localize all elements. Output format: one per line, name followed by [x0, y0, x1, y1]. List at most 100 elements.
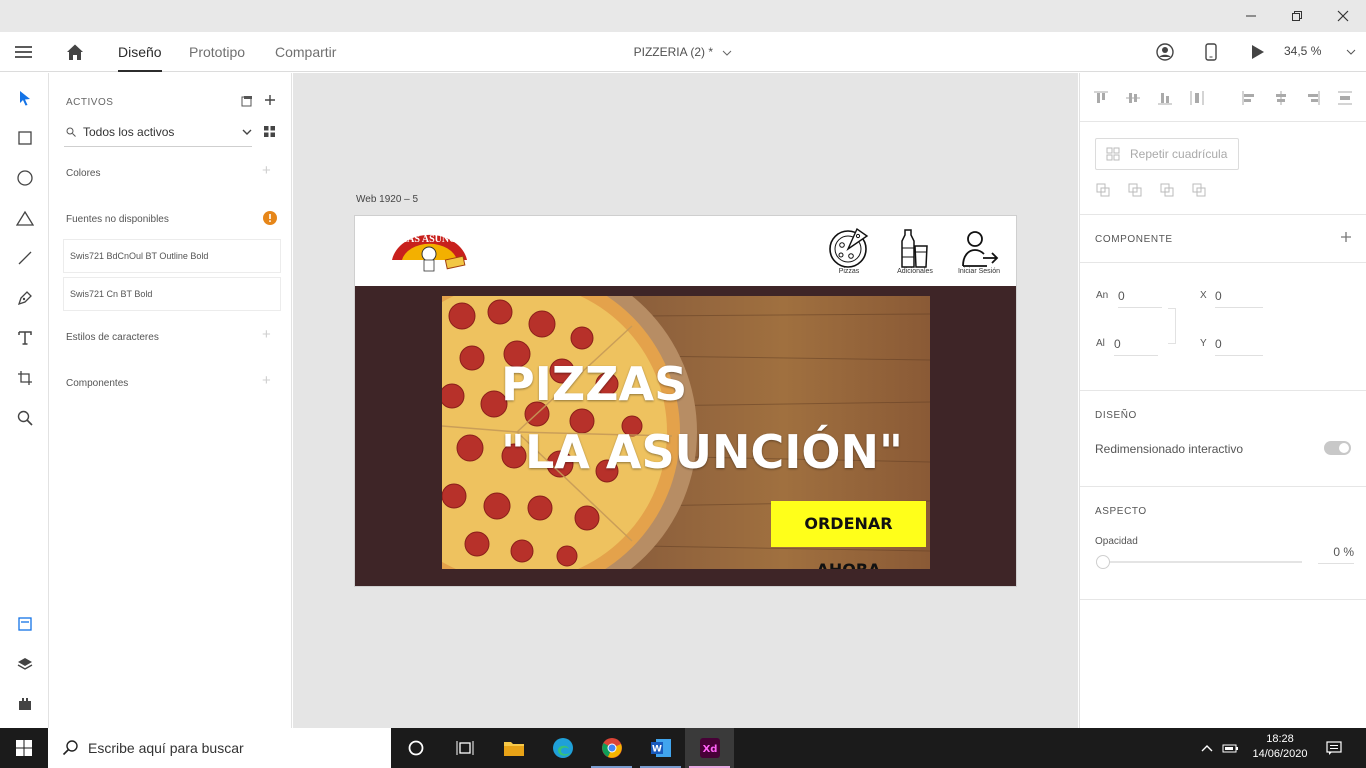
exclude-icon[interactable] — [1192, 183, 1206, 197]
align-center-icon[interactable] — [1272, 89, 1290, 107]
play-button[interactable] — [1251, 44, 1265, 60]
document-title[interactable]: PIZZERIA (2) * — [634, 45, 713, 59]
design-canvas[interactable]: Web 1920 – 5 PIZZAS ASUNCION Pizzas Adic… — [293, 73, 1078, 728]
zoom-level[interactable]: 34,5 % — [1284, 32, 1321, 72]
opacity-slider-handle[interactable] — [1096, 555, 1110, 569]
subtract-icon[interactable] — [1128, 183, 1142, 197]
opacity-input[interactable]: 0 % — [1318, 545, 1354, 564]
align-bottom-icon[interactable] — [1156, 89, 1174, 107]
character-styles-section[interactable]: Estilos de caracteres — [66, 332, 159, 343]
add-component-button[interactable]: + — [262, 372, 271, 389]
nav-pizzas[interactable]: Pizzas — [819, 226, 879, 275]
hero-section[interactable]: PIZZAS "LA ASUNCIÓN" ORDENAR AHORA — [355, 286, 1016, 586]
union-icon[interactable] — [1096, 183, 1110, 197]
zoom-tool[interactable] — [0, 398, 49, 438]
divider — [1080, 121, 1366, 122]
show-hidden-icons-button[interactable] — [1196, 728, 1218, 768]
grid-view-button[interactable] — [264, 126, 275, 137]
chevron-down-icon[interactable] — [722, 50, 732, 56]
repeat-grid-label: Repetir cuadrícula — [1130, 147, 1228, 161]
polygon-tool[interactable] — [0, 198, 49, 238]
hero-title-line1[interactable]: PIZZAS — [501, 358, 687, 410]
close-button[interactable] — [1320, 0, 1366, 32]
file-explorer-button[interactable] — [489, 728, 538, 768]
colors-section[interactable]: Colores — [66, 168, 100, 179]
plugins-panel-button[interactable] — [0, 684, 49, 724]
device-preview-button[interactable] — [1205, 43, 1217, 61]
missing-font-item[interactable]: Swis721 Cn BT Bold — [64, 278, 280, 310]
align-middle-icon[interactable] — [1124, 89, 1142, 107]
clock[interactable]: 18:28 14/06/2020 — [1252, 732, 1308, 762]
y-input[interactable]: 0 — [1215, 337, 1263, 356]
account-button[interactable] — [1156, 43, 1174, 61]
start-button[interactable] — [0, 728, 48, 768]
edge-button[interactable] — [538, 728, 587, 768]
windows-logo-icon — [16, 740, 32, 756]
add-color-button[interactable]: + — [262, 162, 271, 179]
home-button[interactable] — [66, 43, 84, 61]
add-component-state-button[interactable] — [1340, 231, 1352, 243]
taskbar-search[interactable]: Escribe aquí para buscar — [48, 728, 391, 768]
layers-icon — [17, 658, 32, 670]
hero-image[interactable]: PIZZAS "LA ASUNCIÓN" ORDENAR AHORA — [442, 296, 930, 569]
rectangle-tool[interactable] — [0, 118, 49, 158]
missing-fonts-section[interactable]: Fuentes no disponibles — [66, 214, 169, 225]
responsive-resize-toggle[interactable] — [1324, 441, 1351, 455]
nav-adicionales[interactable]: Adicionales — [885, 226, 945, 275]
assets-panel-button[interactable] — [0, 604, 49, 644]
assets-header: ACTIVOS — [66, 97, 114, 108]
lock-aspect-button[interactable] — [1168, 308, 1176, 344]
select-tool[interactable] — [0, 78, 49, 118]
zoom-dropdown[interactable] — [1346, 49, 1356, 55]
tab-design[interactable]: Diseño — [118, 32, 162, 72]
divider — [1080, 599, 1366, 600]
text-icon — [17, 331, 32, 345]
artboard-tool[interactable] — [0, 358, 49, 398]
order-now-button[interactable]: ORDENAR AHORA — [771, 501, 926, 569]
align-right-icon[interactable] — [1304, 89, 1322, 107]
missing-font-item[interactable]: Swis721 BdCnOul BT Outline Bold — [64, 240, 280, 272]
triangle-icon — [15, 210, 34, 226]
add-character-style-button[interactable]: + — [262, 326, 271, 343]
height-input[interactable]: 0 — [1114, 337, 1158, 356]
menu-button[interactable] — [14, 44, 34, 60]
tab-share[interactable]: Compartir — [275, 32, 336, 72]
artboard[interactable]: PIZZAS ASUNCION Pizzas Adicionales Inici… — [354, 215, 1017, 587]
logo-text: PIZZAS ASUNCION — [388, 234, 471, 245]
align-top-icon[interactable] — [1092, 89, 1110, 107]
assets-filter[interactable]: Todos los activos — [64, 121, 252, 147]
distribute-horizontal-icon[interactable] — [1336, 89, 1354, 107]
notifications-button[interactable] — [1316, 728, 1352, 768]
chrome-button[interactable] — [587, 728, 636, 768]
word-button[interactable]: W — [636, 728, 685, 768]
artboard-label[interactable]: Web 1920 – 5 — [356, 194, 418, 205]
minimize-button[interactable] — [1228, 0, 1274, 32]
nav-login[interactable]: Iniciar Sesión — [949, 226, 1009, 275]
add-asset-button[interactable] — [264, 94, 276, 106]
pen-tool[interactable] — [0, 278, 49, 318]
adobe-xd-icon: Xd — [699, 738, 720, 758]
line-tool[interactable] — [0, 238, 49, 278]
task-view-button[interactable] — [440, 728, 489, 768]
adobe-xd-button[interactable]: Xd — [685, 728, 734, 768]
tab-prototype[interactable]: Prototipo — [189, 32, 245, 72]
chevron-up-icon — [1201, 745, 1213, 752]
distribute-vertical-icon[interactable] — [1188, 89, 1206, 107]
battery-network-button[interactable] — [1220, 728, 1242, 768]
x-input[interactable]: 0 — [1215, 289, 1263, 308]
text-tool[interactable] — [0, 318, 49, 358]
ellipse-tool[interactable] — [0, 158, 49, 198]
pizzeria-logo[interactable]: PIZZAS ASUNCION — [388, 220, 471, 276]
components-section[interactable]: Componentes — [66, 378, 128, 389]
assets-view-button[interactable] — [241, 95, 253, 107]
align-left-icon[interactable] — [1240, 89, 1258, 107]
cortana-button[interactable] — [391, 728, 440, 768]
app-top-bar: Diseño Prototipo Compartir PIZZERIA (2) … — [0, 32, 1366, 72]
width-input[interactable]: 0 — [1118, 289, 1162, 308]
restore-button[interactable] — [1274, 0, 1320, 32]
opacity-slider[interactable] — [1096, 555, 1302, 569]
intersect-icon[interactable] — [1160, 183, 1174, 197]
hero-title-line2[interactable]: "LA ASUNCIÓN" — [501, 426, 903, 478]
layers-panel-button[interactable] — [0, 644, 49, 684]
repeat-grid-button[interactable]: Repetir cuadrícula — [1095, 138, 1239, 170]
